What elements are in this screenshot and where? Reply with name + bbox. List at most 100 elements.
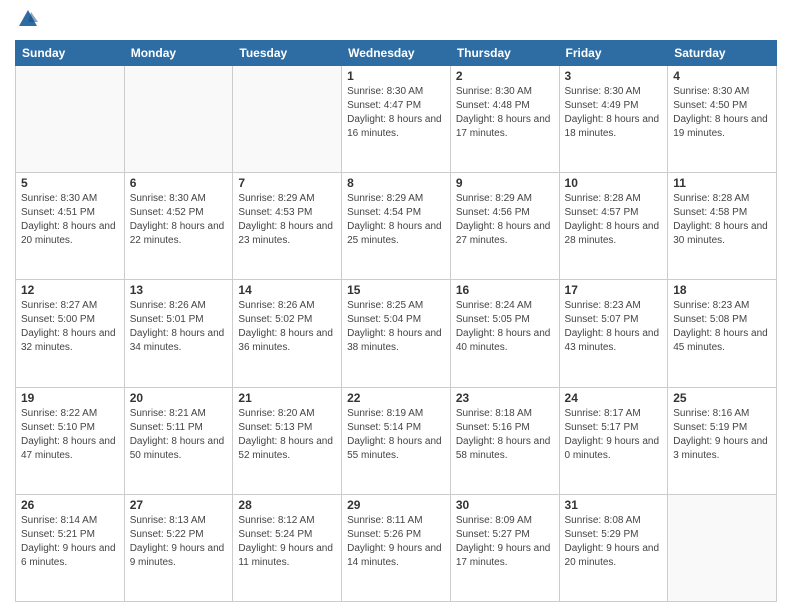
header: [15, 10, 777, 32]
day-number: 9: [456, 176, 554, 190]
day-number: 24: [565, 391, 663, 405]
calendar-cell: 15 Sunrise: 8:25 AM Sunset: 5:04 PM Dayli…: [342, 280, 451, 387]
calendar-cell: 26 Sunrise: 8:14 AM Sunset: 5:21 PM Dayli…: [16, 494, 125, 601]
day-number: 7: [238, 176, 336, 190]
calendar-cell: 24 Sunrise: 8:17 AM Sunset: 5:17 PM Dayli…: [559, 387, 668, 494]
calendar-cell: 14 Sunrise: 8:26 AM Sunset: 5:02 PM Dayli…: [233, 280, 342, 387]
calendar-cell: 30Sunrise: 8:09 AM Sunset: 5:27 PM Dayli…: [450, 494, 559, 601]
calendar-week-row: 12 Sunrise: 8:27 AM Sunset: 5:00 PM Dayli…: [16, 280, 777, 387]
calendar-cell: [233, 66, 342, 173]
day-info: Sunrise: 8:08 AM Sunset: 5:29 PM Dayligh…: [565, 514, 663, 570]
calendar-cell: 1Sunrise: 8:30 AM Sunset: 4:47 PM Daylig…: [342, 66, 451, 173]
calendar-week-row: 5 Sunrise: 8:30 AM Sunset: 4:51 PM Daylig…: [16, 173, 777, 280]
day-info: Sunrise: 8:29 AM Sunset: 4:56 PM Dayligh…: [456, 192, 554, 248]
weekday-header-sunday: Sunday: [16, 41, 125, 66]
day-number: 12: [21, 283, 119, 297]
day-number: 10: [565, 176, 663, 190]
day-number: 22: [347, 391, 445, 405]
day-number: 3: [565, 69, 663, 83]
day-number: 5: [21, 176, 119, 190]
day-number: 13: [130, 283, 228, 297]
day-number: 4: [673, 69, 771, 83]
day-info: Sunrise: 8:21 AM Sunset: 5:11 PM Dayligh…: [130, 407, 228, 463]
day-number: 26: [21, 498, 119, 512]
weekday-header-saturday: Saturday: [668, 41, 777, 66]
day-number: 16: [456, 283, 554, 297]
day-number: 23: [456, 391, 554, 405]
calendar-cell: 9 Sunrise: 8:29 AM Sunset: 4:56 PM Daylig…: [450, 173, 559, 280]
calendar-week-row: 19 Sunrise: 8:22 AM Sunset: 5:10 PM Dayli…: [16, 387, 777, 494]
calendar-cell: 10Sunrise: 8:28 AM Sunset: 4:57 PM Dayli…: [559, 173, 668, 280]
day-info: Sunrise: 8:17 AM Sunset: 5:17 PM Dayligh…: [565, 407, 663, 463]
day-info: Sunrise: 8:23 AM Sunset: 5:08 PM Dayligh…: [673, 299, 771, 355]
calendar-cell: 4 Sunrise: 8:30 AM Sunset: 4:50 PM Daylig…: [668, 66, 777, 173]
day-info: Sunrise: 8:13 AM Sunset: 5:22 PM Dayligh…: [130, 514, 228, 570]
calendar-cell: 28Sunrise: 8:12 AM Sunset: 5:24 PM Dayli…: [233, 494, 342, 601]
day-info: Sunrise: 8:30 AM Sunset: 4:49 PM Dayligh…: [565, 85, 663, 141]
day-info: Sunrise: 8:29 AM Sunset: 4:53 PM Dayligh…: [238, 192, 336, 248]
day-number: 18: [673, 283, 771, 297]
day-info: Sunrise: 8:26 AM Sunset: 5:02 PM Dayligh…: [238, 299, 336, 355]
calendar-week-row: 26 Sunrise: 8:14 AM Sunset: 5:21 PM Dayli…: [16, 494, 777, 601]
calendar-cell: 3 Sunrise: 8:30 AM Sunset: 4:49 PM Daylig…: [559, 66, 668, 173]
weekday-header-thursday: Thursday: [450, 41, 559, 66]
logo: [15, 10, 39, 32]
weekday-header-friday: Friday: [559, 41, 668, 66]
day-number: 19: [21, 391, 119, 405]
day-info: Sunrise: 8:24 AM Sunset: 5:05 PM Dayligh…: [456, 299, 554, 355]
calendar-cell: [16, 66, 125, 173]
calendar-cell: 25Sunrise: 8:16 AM Sunset: 5:19 PM Dayli…: [668, 387, 777, 494]
day-info: Sunrise: 8:25 AM Sunset: 5:04 PM Dayligh…: [347, 299, 445, 355]
calendar-cell: 13Sunrise: 8:26 AM Sunset: 5:01 PM Dayli…: [124, 280, 233, 387]
day-info: Sunrise: 8:09 AM Sunset: 5:27 PM Dayligh…: [456, 514, 554, 570]
day-number: 20: [130, 391, 228, 405]
day-info: Sunrise: 8:14 AM Sunset: 5:21 PM Dayligh…: [21, 514, 119, 570]
calendar-cell: 8 Sunrise: 8:29 AM Sunset: 4:54 PM Daylig…: [342, 173, 451, 280]
calendar-cell: 16 Sunrise: 8:24 AM Sunset: 5:05 PM Dayli…: [450, 280, 559, 387]
calendar-table: SundayMondayTuesdayWednesdayThursdayFrid…: [15, 40, 777, 602]
day-info: Sunrise: 8:29 AM Sunset: 4:54 PM Dayligh…: [347, 192, 445, 248]
day-number: 8: [347, 176, 445, 190]
calendar-cell: 5 Sunrise: 8:30 AM Sunset: 4:51 PM Daylig…: [16, 173, 125, 280]
calendar-cell: 27Sunrise: 8:13 AM Sunset: 5:22 PM Dayli…: [124, 494, 233, 601]
day-info: Sunrise: 8:30 AM Sunset: 4:48 PM Dayligh…: [456, 85, 554, 141]
calendar-cell: [124, 66, 233, 173]
weekday-header-tuesday: Tuesday: [233, 41, 342, 66]
page: SundayMondayTuesdayWednesdayThursdayFrid…: [0, 0, 792, 612]
day-info: Sunrise: 8:11 AM Sunset: 5:26 PM Dayligh…: [347, 514, 445, 570]
calendar-cell: 21Sunrise: 8:20 AM Sunset: 5:13 PM Dayli…: [233, 387, 342, 494]
calendar-cell: 7 Sunrise: 8:29 AM Sunset: 4:53 PM Daylig…: [233, 173, 342, 280]
calendar-cell: [668, 494, 777, 601]
calendar-cell: 22Sunrise: 8:19 AM Sunset: 5:14 PM Dayli…: [342, 387, 451, 494]
day-number: 17: [565, 283, 663, 297]
day-number: 28: [238, 498, 336, 512]
day-info: Sunrise: 8:30 AM Sunset: 4:50 PM Dayligh…: [673, 85, 771, 141]
day-number: 1: [347, 69, 445, 83]
day-info: Sunrise: 8:23 AM Sunset: 5:07 PM Dayligh…: [565, 299, 663, 355]
calendar-cell: 18 Sunrise: 8:23 AM Sunset: 5:08 PM Dayli…: [668, 280, 777, 387]
day-info: Sunrise: 8:30 AM Sunset: 4:51 PM Dayligh…: [21, 192, 119, 248]
calendar-week-row: 1Sunrise: 8:30 AM Sunset: 4:47 PM Daylig…: [16, 66, 777, 173]
day-info: Sunrise: 8:22 AM Sunset: 5:10 PM Dayligh…: [21, 407, 119, 463]
calendar-cell: 20 Sunrise: 8:21 AM Sunset: 5:11 PM Dayli…: [124, 387, 233, 494]
calendar-cell: 6Sunrise: 8:30 AM Sunset: 4:52 PM Daylig…: [124, 173, 233, 280]
day-number: 14: [238, 283, 336, 297]
day-number: 15: [347, 283, 445, 297]
day-info: Sunrise: 8:28 AM Sunset: 4:58 PM Dayligh…: [673, 192, 771, 248]
day-info: Sunrise: 8:27 AM Sunset: 5:00 PM Dayligh…: [21, 299, 119, 355]
calendar-cell: 17 Sunrise: 8:23 AM Sunset: 5:07 PM Dayli…: [559, 280, 668, 387]
calendar-cell: 2Sunrise: 8:30 AM Sunset: 4:48 PM Daylig…: [450, 66, 559, 173]
logo-icon: [17, 8, 39, 30]
day-number: 25: [673, 391, 771, 405]
calendar-cell: 12 Sunrise: 8:27 AM Sunset: 5:00 PM Dayli…: [16, 280, 125, 387]
calendar-cell: 23 Sunrise: 8:18 AM Sunset: 5:16 PM Dayli…: [450, 387, 559, 494]
day-info: Sunrise: 8:18 AM Sunset: 5:16 PM Dayligh…: [456, 407, 554, 463]
calendar-cell: 29 Sunrise: 8:11 AM Sunset: 5:26 PM Dayli…: [342, 494, 451, 601]
day-number: 11: [673, 176, 771, 190]
day-number: 29: [347, 498, 445, 512]
calendar-cell: 31 Sunrise: 8:08 AM Sunset: 5:29 PM Dayli…: [559, 494, 668, 601]
calendar-cell: 19 Sunrise: 8:22 AM Sunset: 5:10 PM Dayli…: [16, 387, 125, 494]
day-info: Sunrise: 8:30 AM Sunset: 4:52 PM Dayligh…: [130, 192, 228, 248]
weekday-header-row: SundayMondayTuesdayWednesdayThursdayFrid…: [16, 41, 777, 66]
day-number: 31: [565, 498, 663, 512]
